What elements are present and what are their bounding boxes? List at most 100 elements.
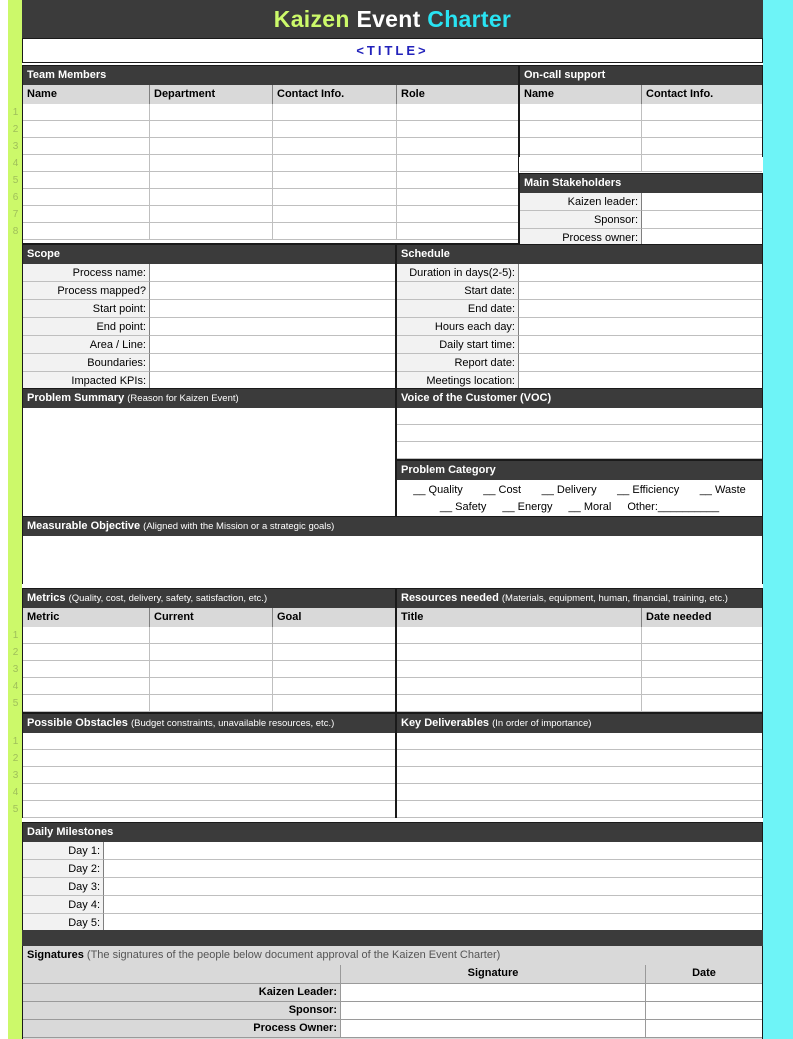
metric-cell-current[interactable] [150,678,273,695]
metric-cell-current[interactable] [150,627,273,644]
obstacle-input[interactable] [23,801,395,818]
scope-value-0[interactable] [150,264,395,282]
resource-cell-date[interactable] [642,695,762,712]
team-cell-department[interactable] [150,172,273,189]
voc-input-2[interactable] [397,442,762,459]
problem-category-other-input[interactable]: __________ [658,501,719,513]
stakeholder-value-0[interactable] [642,193,762,211]
team-cell-contact[interactable] [273,155,397,172]
signature-date-2[interactable] [646,1020,762,1037]
team-cell-department[interactable] [150,223,273,240]
team-cell-department[interactable] [150,104,273,121]
team-cell-name[interactable] [23,104,150,121]
problem-category-option-4[interactable]: __ Waste [700,482,746,499]
oncall-cell-contact[interactable] [642,138,762,155]
team-cell-role[interactable] [397,121,518,138]
schedule-value-1[interactable] [519,282,762,300]
signature-date-1[interactable] [646,1002,762,1019]
resource-cell-title[interactable] [397,678,642,695]
deliverable-input[interactable] [397,784,762,801]
team-cell-name[interactable] [23,172,150,189]
team-cell-role[interactable] [397,155,518,172]
deliverable-input[interactable] [397,801,762,818]
deliverable-input[interactable] [397,767,762,784]
team-cell-role[interactable] [397,172,518,189]
team-cell-contact[interactable] [273,223,397,240]
scope-value-3[interactable] [150,318,395,336]
problem-category-option-3[interactable]: __ Efficiency [617,482,679,499]
resource-cell-date[interactable] [642,627,762,644]
schedule-value-4[interactable] [519,336,762,354]
problem-category-option-0[interactable]: __ Quality [413,482,463,499]
team-cell-role[interactable] [397,138,518,155]
team-cell-name[interactable] [23,189,150,206]
problem-summary-input[interactable] [23,408,395,516]
resource-cell-date[interactable] [642,644,762,661]
problem-category-option-5[interactable]: __ Safety [440,499,486,516]
team-cell-contact[interactable] [273,104,397,121]
schedule-value-2[interactable] [519,300,762,318]
oncall-cell-contact[interactable] [642,121,762,138]
team-cell-contact[interactable] [273,189,397,206]
scope-value-4[interactable] [150,336,395,354]
schedule-value-3[interactable] [519,318,762,336]
metric-cell-metric[interactable] [23,661,150,678]
team-cell-name[interactable] [23,138,150,155]
metric-cell-goal[interactable] [273,695,395,712]
team-cell-department[interactable] [150,155,273,172]
metric-cell-current[interactable] [150,695,273,712]
team-cell-role[interactable] [397,223,518,240]
metric-cell-metric[interactable] [23,627,150,644]
obstacle-input[interactable] [23,733,395,750]
resource-cell-title[interactable] [397,644,642,661]
problem-category-other[interactable]: Other:__________ [627,499,719,516]
team-cell-contact[interactable] [273,138,397,155]
team-cell-role[interactable] [397,206,518,223]
metric-cell-goal[interactable] [273,627,395,644]
signature-input-0[interactable] [341,984,646,1001]
problem-category-option-6[interactable]: __ Energy [502,499,552,516]
resource-cell-title[interactable] [397,661,642,678]
resource-cell-date[interactable] [642,678,762,695]
metric-cell-current[interactable] [150,644,273,661]
team-cell-department[interactable] [150,206,273,223]
scope-value-5[interactable] [150,354,395,372]
oncall-cell-name[interactable] [520,121,642,138]
metric-cell-metric[interactable] [23,644,150,661]
scope-value-2[interactable] [150,300,395,318]
voc-input-0[interactable] [397,408,762,425]
metric-cell-goal[interactable] [273,644,395,661]
team-cell-contact[interactable] [273,172,397,189]
team-cell-contact[interactable] [273,121,397,138]
metric-cell-metric[interactable] [23,695,150,712]
oncall-cell-contact[interactable] [642,155,762,172]
resource-cell-title[interactable] [397,695,642,712]
obstacle-input[interactable] [23,750,395,767]
team-cell-department[interactable] [150,121,273,138]
deliverable-input[interactable] [397,733,762,750]
team-cell-name[interactable] [23,206,150,223]
resource-cell-date[interactable] [642,661,762,678]
oncall-cell-contact[interactable] [642,104,762,121]
day-value-0[interactable] [104,842,762,860]
team-cell-department[interactable] [150,138,273,155]
oncall-cell-name[interactable] [520,104,642,121]
team-cell-name[interactable] [23,155,150,172]
problem-category-option-1[interactable]: __ Cost [483,482,521,499]
measurable-objective-input[interactable] [23,536,762,584]
day-value-3[interactable] [104,896,762,914]
deliverable-input[interactable] [397,750,762,767]
schedule-value-5[interactable] [519,354,762,372]
team-cell-name[interactable] [23,121,150,138]
scope-value-1[interactable] [150,282,395,300]
team-cell-role[interactable] [397,104,518,121]
resource-cell-title[interactable] [397,627,642,644]
metric-cell-metric[interactable] [23,678,150,695]
team-cell-name[interactable] [23,223,150,240]
obstacle-input[interactable] [23,784,395,801]
problem-category-option-2[interactable]: __ Delivery [542,482,597,499]
day-value-2[interactable] [104,878,762,896]
stakeholder-value-1[interactable] [642,211,762,229]
charter-title-input[interactable]: <TITLE> [22,38,763,63]
metric-cell-goal[interactable] [273,661,395,678]
